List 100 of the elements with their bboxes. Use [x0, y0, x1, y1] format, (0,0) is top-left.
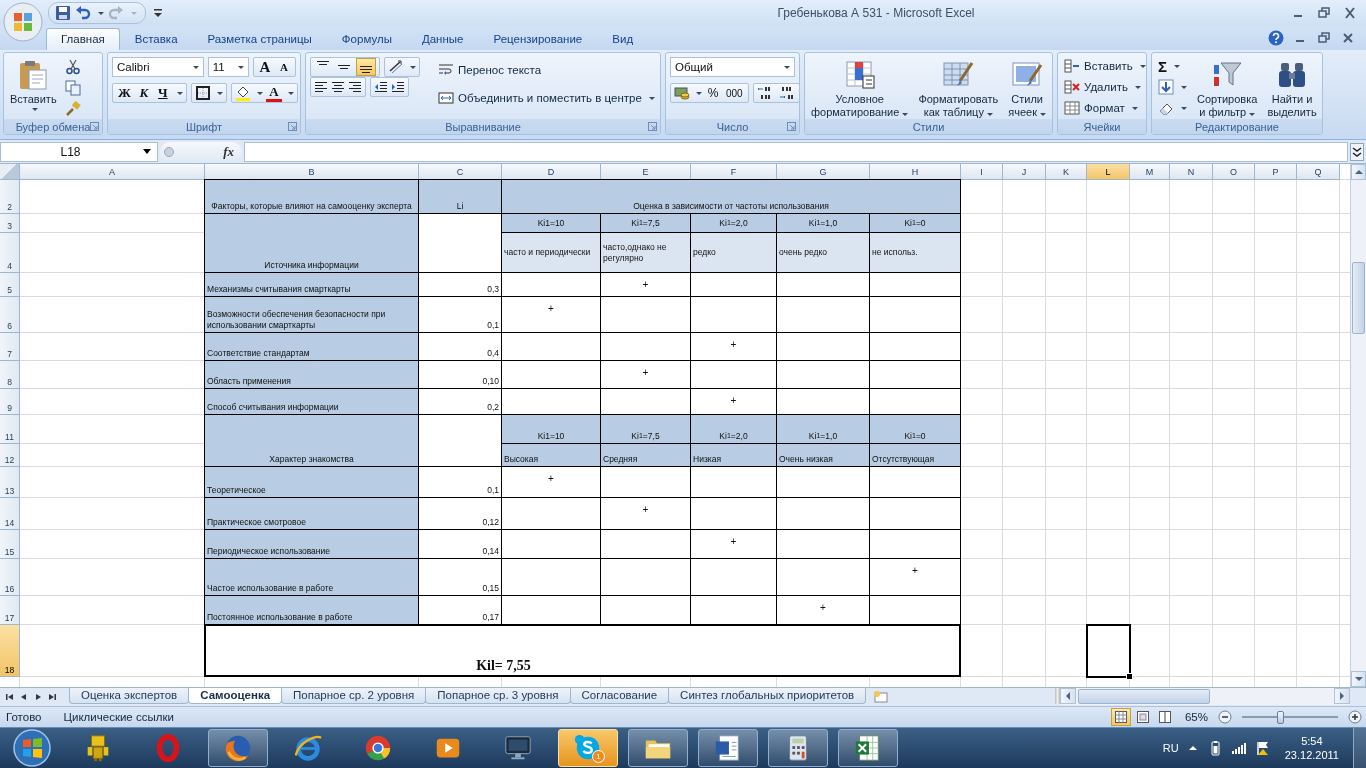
horizontal-scrollbar[interactable] [1060, 688, 1350, 705]
conditional-formatting-button[interactable]: Условное форматирование [809, 57, 911, 119]
copy-icon[interactable] [64, 80, 81, 96]
sheet-tab[interactable]: Оценка экспертов [69, 688, 190, 704]
caret-icon[interactable] [256, 91, 263, 95]
bold-button[interactable]: Ж [116, 84, 133, 102]
sheet-tab[interactable]: Согласование [569, 688, 670, 704]
autosum-button[interactable]: Σ [1156, 57, 1189, 75]
row-header[interactable]: 15 [0, 530, 20, 559]
row-header[interactable]: 16 [0, 559, 20, 596]
zoom-out-icon[interactable] [1218, 710, 1232, 724]
font-size-field[interactable]: 11 [207, 57, 249, 77]
font-name-field[interactable]: Calibri [112, 57, 204, 77]
format-cells-button[interactable]: Формат [1062, 99, 1142, 117]
percent-button[interactable]: % [705, 84, 721, 102]
slider-thumb[interactable] [1277, 710, 1285, 724]
paste-button[interactable]: Вставить [8, 57, 59, 113]
row-header[interactable]: 5 [0, 273, 20, 297]
column-header[interactable]: N [1170, 164, 1213, 180]
column-header[interactable]: A [20, 164, 205, 180]
sheet-tab[interactable]: Синтез глобальных приоритетов [668, 688, 867, 704]
wrap-text-button[interactable]: Перенос текста [436, 61, 657, 79]
restore-icon[interactable] [1316, 30, 1332, 46]
customize-icon[interactable] [152, 7, 164, 19]
taskbar-button[interactable] [628, 729, 688, 767]
delete-cells-button[interactable]: Удалить [1062, 78, 1142, 96]
insert-function-button[interactable]: fx [223, 143, 234, 160]
sheet-tab[interactable]: Попарное ср. 2 уровня [281, 688, 427, 704]
scissors-icon[interactable] [64, 59, 81, 75]
row-header[interactable]: 8 [0, 361, 20, 389]
border-icon[interactable] [194, 85, 211, 101]
caret-icon[interactable] [696, 91, 702, 95]
ribbon-tab[interactable]: Вид [597, 28, 649, 50]
language-indicator[interactable]: RU [1162, 742, 1179, 754]
row-header[interactable]: 3 [0, 214, 20, 233]
ribbon-tab[interactable]: Рецензирование [478, 28, 598, 50]
row-header[interactable]: 9 [0, 389, 20, 415]
row-header[interactable]: 13 [0, 467, 20, 498]
caret-icon[interactable] [176, 91, 183, 95]
help-icon[interactable] [1268, 30, 1284, 46]
column-header[interactable]: K [1046, 164, 1087, 180]
merge-center-button[interactable]: Объединить и поместить в центре [436, 89, 657, 107]
column-header[interactable]: L [1087, 164, 1130, 180]
scroll-thumb[interactable] [1078, 689, 1210, 704]
caret-icon[interactable] [216, 91, 223, 95]
increase-indent-icon[interactable] [391, 81, 405, 93]
column-header[interactable]: M [1130, 164, 1170, 180]
undo-icon[interactable] [75, 5, 91, 21]
fill-handle[interactable] [1126, 673, 1133, 680]
row-header[interactable]: 17 [0, 596, 20, 625]
ribbon-tab[interactable]: Вставка [119, 28, 193, 50]
taskbar-button[interactable] [768, 729, 828, 767]
split-handle[interactable] [1055, 688, 1060, 704]
column-header[interactable]: F [691, 164, 777, 180]
ribbon-tab[interactable]: Данные [406, 28, 479, 50]
row-header[interactable]: 4 [0, 233, 20, 273]
format-as-table-button[interactable]: Форматировать как таблицу [916, 57, 1001, 119]
selected-cell[interactable] [1086, 624, 1131, 678]
show-desktop-button[interactable] [1353, 728, 1366, 768]
column-header[interactable]: I [961, 164, 1003, 180]
row-header[interactable]: 12 [0, 444, 20, 467]
vertical-scrollbar[interactable] [1350, 164, 1366, 687]
signal-icon[interactable] [1230, 740, 1247, 756]
cell-styles-button[interactable]: Стили ячеек [1006, 57, 1048, 119]
caret-icon[interactable] [98, 11, 104, 15]
save-icon[interactable] [55, 5, 71, 21]
sheet-tab[interactable]: Самооценка [188, 688, 283, 704]
zoom-level[interactable]: 65% [1184, 711, 1208, 723]
column-header[interactable]: P [1255, 164, 1297, 180]
ribbon-tab[interactable]: Главная [46, 28, 120, 50]
caret-icon[interactable] [410, 65, 416, 69]
shrink-font-button[interactable]: A [276, 58, 292, 76]
scroll-thumb[interactable] [1352, 262, 1365, 334]
align-right-icon[interactable] [348, 81, 362, 93]
fill-color-icon[interactable] [234, 85, 251, 101]
name-box[interactable]: L18 [0, 141, 158, 162]
row-header[interactable]: 7 [0, 333, 20, 361]
expand-icon[interactable] [1350, 142, 1364, 161]
ribbon-tab[interactable]: Разметка страницы [192, 28, 327, 50]
normal-view-button[interactable] [1110, 708, 1131, 726]
flag-icon[interactable] [1254, 740, 1271, 756]
decrease-indent-icon[interactable] [374, 81, 388, 93]
orientation-icon[interactable] [388, 59, 404, 75]
align-bottom-button[interactable] [356, 58, 376, 76]
caret-icon[interactable] [287, 91, 294, 95]
column-header[interactable]: B [205, 164, 419, 180]
resize-handle[interactable] [164, 146, 174, 157]
column-header[interactable]: E [601, 164, 691, 180]
column-header[interactable]: O [1213, 164, 1255, 180]
insert-cells-button[interactable]: Вставить [1062, 57, 1142, 75]
sort-filter-button[interactable]: Сортировка и фильтр [1195, 57, 1260, 119]
column-header[interactable]: D [502, 164, 601, 180]
fill-button[interactable] [1156, 78, 1189, 96]
zoom-in-icon[interactable] [1348, 710, 1362, 724]
font-color-button[interactable]: A [265, 84, 282, 102]
taskbar-button[interactable] [838, 729, 898, 767]
column-header[interactable]: J [1003, 164, 1046, 180]
column-header[interactable]: Q [1297, 164, 1340, 180]
start-button[interactable] [12, 728, 52, 768]
grow-font-button[interactable]: A [257, 58, 273, 76]
